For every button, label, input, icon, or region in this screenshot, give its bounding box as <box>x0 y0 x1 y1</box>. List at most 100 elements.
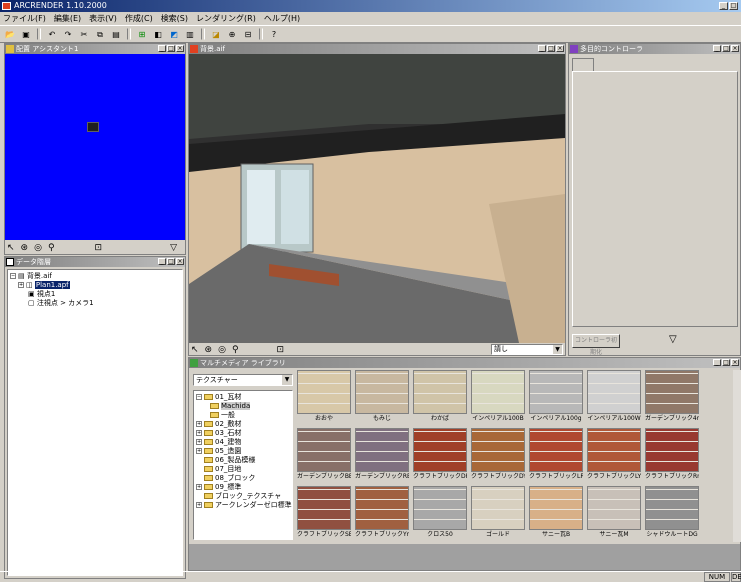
cascade-icon[interactable]: ⊟ <box>241 28 255 41</box>
texture-thumbnail[interactable]: わかば <box>413 370 467 425</box>
redo-icon[interactable]: ↷ <box>61 28 75 41</box>
minimize-icon[interactable]: _ <box>538 45 546 52</box>
texture-thumbnail[interactable]: クラフトブリックSE <box>297 486 351 541</box>
maximize-icon[interactable]: □ <box>167 45 175 52</box>
tree-item[interactable]: ▣ 視点1 <box>10 290 180 299</box>
maximize-icon[interactable]: □ <box>722 359 730 366</box>
render-canvas[interactable] <box>189 54 565 343</box>
grid-icon[interactable]: ⊞ <box>135 28 149 41</box>
minimize-icon[interactable]: _ <box>158 45 166 52</box>
texture-thumbnail[interactable]: クラフトブリックRmix <box>645 428 699 483</box>
texture-thumbnail[interactable]: クロス50 <box>413 486 467 541</box>
menu-file[interactable]: ファイル(F) <box>3 12 46 25</box>
texture-thumbnail[interactable]: インペリアル100g <box>529 370 583 425</box>
folder-item[interactable]: + アークレンダーゼロ標準 <box>196 501 292 510</box>
texture-thumbnail[interactable]: ガーデンブリックBBmix <box>297 428 351 483</box>
folder-item[interactable]: +05_造園 <box>196 447 290 456</box>
cut-icon[interactable]: ✂ <box>77 28 91 41</box>
camera-icon[interactable] <box>87 122 99 132</box>
folder-item[interactable]: +03_石材 <box>196 429 290 438</box>
paste-icon[interactable]: ▤ <box>109 28 123 41</box>
folder-item-selected[interactable]: Machida <box>196 402 290 411</box>
close-icon[interactable]: × <box>731 359 739 366</box>
folder-item[interactable]: +09_標準 <box>196 483 290 492</box>
folder-item[interactable]: ブロック_テクスチャ <box>196 492 290 501</box>
select-tool-icon[interactable]: ↖ <box>7 243 15 253</box>
maximize-icon[interactable]: □ <box>722 45 730 52</box>
filter-icon[interactable]: ▽ <box>170 243 177 253</box>
category-select[interactable]: テクスチャー ▼ <box>193 374 293 386</box>
texture-thumbnail[interactable]: クラフトブリックLR <box>529 428 583 483</box>
texture-thumbnail[interactable]: クラフトブリックYmix <box>355 486 409 541</box>
fit-view-icon[interactable]: ⊡ <box>277 345 285 355</box>
texture-thumbnail[interactable]: インペリアル100W <box>587 370 641 425</box>
zoom-tool-icon[interactable]: ⚲ <box>232 345 239 355</box>
close-icon[interactable]: × <box>731 45 739 52</box>
rotate-tool-icon[interactable]: ⊛ <box>21 243 29 253</box>
undo-icon[interactable]: ↶ <box>45 28 59 41</box>
folder-item[interactable]: 一般 <box>196 411 290 420</box>
folder-item[interactable]: 07_目地 <box>196 465 290 474</box>
folder-item[interactable]: +02_敷材 <box>196 420 290 429</box>
rotate-tool-icon[interactable]: ⊛ <box>205 345 213 355</box>
maximize-button[interactable]: □ <box>729 2 738 10</box>
texture-thumbnail[interactable]: クラフトブリックDY <box>471 428 525 483</box>
texture-thumbnail[interactable]: サニー瓦B <box>529 486 583 541</box>
walk-tool-icon[interactable]: ◎ <box>218 345 226 355</box>
menu-render[interactable]: レンダリング(R) <box>196 12 256 25</box>
scrollbar[interactable] <box>733 370 741 542</box>
folder-item[interactable]: −01_瓦材 <box>196 393 290 402</box>
texture-thumbnail[interactable]: サニー瓦M <box>587 486 641 541</box>
texture-thumbnail[interactable]: ガーデンブリックRBmix <box>355 428 409 483</box>
texture-thumbnail[interactable]: もみじ <box>355 370 409 425</box>
layout-canvas[interactable] <box>5 54 185 240</box>
window-icon <box>190 45 198 53</box>
folder-item[interactable]: 08_ブロック <box>196 474 290 483</box>
texture-thumbnail[interactable]: シャドウルートDG <box>645 486 699 541</box>
texture-thumbnail[interactable]: おおや <box>297 370 351 425</box>
minimize-icon[interactable]: _ <box>713 45 721 52</box>
copy-icon[interactable]: ⧉ <box>93 28 107 41</box>
texture-thumbnail[interactable]: ガーデンブリック4mix <box>645 370 699 425</box>
tree-item[interactable]: − ▤ 背景.aif <box>10 272 180 281</box>
view-mode-select[interactable]: 請し ▼ <box>491 344 563 355</box>
select-tool-icon[interactable]: ↖ <box>191 345 199 355</box>
menu-search[interactable]: 検索(S) <box>161 12 188 25</box>
menu-create[interactable]: 作成(C) <box>125 12 153 25</box>
panel-icon[interactable]: ▥ <box>183 28 197 41</box>
filter-icon[interactable]: ▽ <box>669 334 683 348</box>
folder-item[interactable]: 06_製品模様 <box>196 456 290 465</box>
chevron-down-icon[interactable]: ▼ <box>553 345 562 354</box>
texture-thumbnail[interactable]: クラフトブリックLY <box>587 428 641 483</box>
window-icon[interactable]: ◧ <box>151 28 165 41</box>
folder-item[interactable]: +04_建物 <box>196 438 290 447</box>
maximize-icon[interactable]: □ <box>167 258 175 265</box>
render-icon[interactable]: ◩ <box>167 28 181 41</box>
save-icon[interactable]: ▣ <box>19 28 33 41</box>
chevron-down-icon[interactable]: ▼ <box>282 375 292 385</box>
fit-view-icon[interactable]: ⊡ <box>95 243 103 253</box>
menu-help[interactable]: ヘルプ(H) <box>264 12 300 25</box>
zoom-tool-icon[interactable]: ⚲ <box>48 243 55 253</box>
minimize-button[interactable]: _ <box>719 2 728 10</box>
walk-tool-icon[interactable]: ◎ <box>34 243 42 253</box>
tile-icon[interactable]: ⊕ <box>225 28 239 41</box>
texture-thumbnail[interactable]: インペリアル100B <box>471 370 525 425</box>
close-icon[interactable]: × <box>176 45 184 52</box>
tree-item[interactable]: ▢ 注視点 > カメラ1 <box>10 299 180 308</box>
close-icon[interactable]: × <box>176 258 184 265</box>
tree-item-selected[interactable]: + ◫ Plan1.apf <box>10 281 180 290</box>
layout-icon[interactable]: ◪ <box>209 28 223 41</box>
minimize-icon[interactable]: _ <box>158 258 166 265</box>
close-icon[interactable]: × <box>556 45 564 52</box>
help-icon[interactable]: ? <box>267 28 281 41</box>
open-icon[interactable]: 📂 <box>3 28 17 41</box>
menu-view[interactable]: 表示(V) <box>89 12 117 25</box>
minimize-icon[interactable]: _ <box>713 359 721 366</box>
menu-edit[interactable]: 編集(E) <box>54 12 81 25</box>
maximize-icon[interactable]: □ <box>547 45 555 52</box>
texture-thumbnail[interactable]: ゴールド <box>471 486 525 541</box>
controller-tab[interactable] <box>572 58 594 72</box>
texture-thumbnail[interactable]: クラフトブリックDR <box>413 428 467 483</box>
controller-reset-button[interactable]: コントローラ初期化 <box>572 334 620 356</box>
